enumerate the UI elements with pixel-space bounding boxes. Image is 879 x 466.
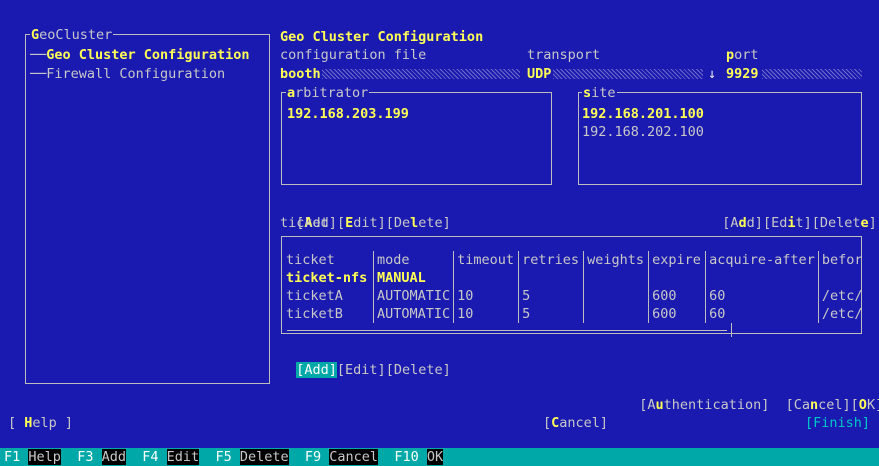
ticket-delete-button[interactable]: [Delete]	[386, 362, 451, 378]
ticket-button-row: [Add][Edit][Delete]	[280, 343, 451, 379]
tree-item-geo-cluster-configuration[interactable]: ──Geo Cluster Configuration	[30, 46, 249, 64]
port-input[interactable]: 9929	[726, 65, 759, 83]
site-delete-button[interactable]: [Delete]	[812, 215, 877, 231]
list-item[interactable]: 192.168.201.100	[582, 105, 704, 123]
ok-button[interactable]: [OK]	[851, 397, 879, 413]
ticket-edit-button[interactable]: [Edit]	[337, 362, 386, 378]
fkey-f9-label[interactable]: Cancel	[329, 449, 379, 465]
fkey-f1[interactable]: F1	[4, 449, 20, 465]
arbitrator-legend: arbitrator	[286, 84, 370, 102]
port-input-fill	[762, 69, 862, 79]
column-header: weights	[583, 251, 649, 269]
column-header: timeout	[453, 251, 519, 269]
transport-label: transport	[527, 47, 601, 63]
fkey-f5[interactable]: F5	[215, 449, 231, 465]
ticket-add-button[interactable]: [Add]	[296, 362, 337, 378]
fkey-f10[interactable]: F10	[394, 449, 418, 465]
panel-cancel-button[interactable]: [Cancel]	[786, 397, 851, 413]
arbitrator-edit-button[interactable]: [Edit]	[337, 215, 386, 231]
column-header: mode	[372, 251, 454, 269]
panel-button-row: [Authentication] [Cancel][OK]	[623, 378, 879, 414]
function-key-bar: F1 Help F3 Add F4 Edit F5 Delete F9 Canc…	[0, 448, 879, 466]
table-header-row: ticket mode timeout retries weights expi…	[283, 251, 866, 269]
chevron-down-icon[interactable]: ↓	[708, 65, 716, 83]
column-header: retries	[518, 251, 584, 269]
cancel-button[interactable]: [Cancel]	[543, 414, 608, 432]
ticket-table[interactable]: ticket mode timeout retries weights expi…	[283, 251, 866, 323]
site-button-row: [Add][Edit][Delete]	[706, 196, 877, 232]
config-file-label: configuration file	[280, 47, 427, 63]
fkey-f5-label[interactable]: Delete	[239, 449, 289, 465]
tree-panel	[25, 34, 270, 384]
arbitrator-delete-button[interactable]: [Delete]	[386, 215, 451, 231]
table-row[interactable]: ticketA AUTOMATIC 10 5 600 60 /etc/	[283, 287, 866, 305]
transport-select-fill	[553, 69, 703, 79]
transport-select[interactable]: UDP	[527, 65, 551, 83]
column-header: ticket	[286, 252, 335, 268]
column-header: acquire-after	[705, 251, 819, 269]
fkey-f1-label[interactable]: Help	[28, 449, 61, 465]
fkey-f4[interactable]: F4	[142, 449, 158, 465]
config-file-input[interactable]: booth	[280, 65, 321, 83]
config-file-input-fill	[322, 69, 520, 79]
tree-item-label: Geo Cluster Configuration	[46, 47, 250, 63]
port-label: port	[726, 47, 759, 63]
fkey-f10-label[interactable]: OK	[426, 449, 444, 465]
site-add-button[interactable]: [Add]	[722, 215, 763, 231]
scrollbar-thumb[interactable]	[731, 323, 732, 337]
site-edit-button[interactable]: [Edit]	[763, 215, 812, 231]
tree-item-firewall-configuration[interactable]: ──Firewall Configuration	[30, 65, 225, 83]
fkey-f4-label[interactable]: Edit	[166, 449, 200, 465]
table-row[interactable]: ticket-nfs MANUAL	[283, 269, 866, 287]
column-header: befor	[817, 251, 866, 269]
list-item[interactable]: 192.168.203.199	[287, 105, 409, 123]
fkey-f3[interactable]: F3	[77, 449, 93, 465]
panel-title: Geo Cluster Configuration	[280, 29, 484, 45]
finish-button[interactable]: [Finish]	[805, 414, 870, 432]
site-legend: site	[582, 84, 617, 102]
fkey-f9[interactable]: F9	[305, 449, 321, 465]
list-item[interactable]: 192.168.202.100	[582, 123, 704, 141]
help-button[interactable]: [ Help ]	[8, 414, 73, 432]
fkey-f3-label[interactable]: Add	[101, 449, 126, 465]
tree-item-label: Firewall Configuration	[46, 66, 226, 82]
fkey-row: F1 Help F3 Add F4 Edit F5 Delete F9 Canc…	[4, 448, 444, 466]
authentication-button[interactable]: [Authentication]	[639, 397, 769, 413]
tree-root[interactable]: GeoCluster	[30, 26, 114, 44]
horizontal-scrollbar[interactable]	[287, 330, 727, 331]
ticket-section-label: ticket	[280, 215, 329, 231]
column-header: expire	[648, 251, 706, 269]
table-row[interactable]: ticketB AUTOMATIC 10 5 600 60 /etc/	[283, 305, 866, 323]
